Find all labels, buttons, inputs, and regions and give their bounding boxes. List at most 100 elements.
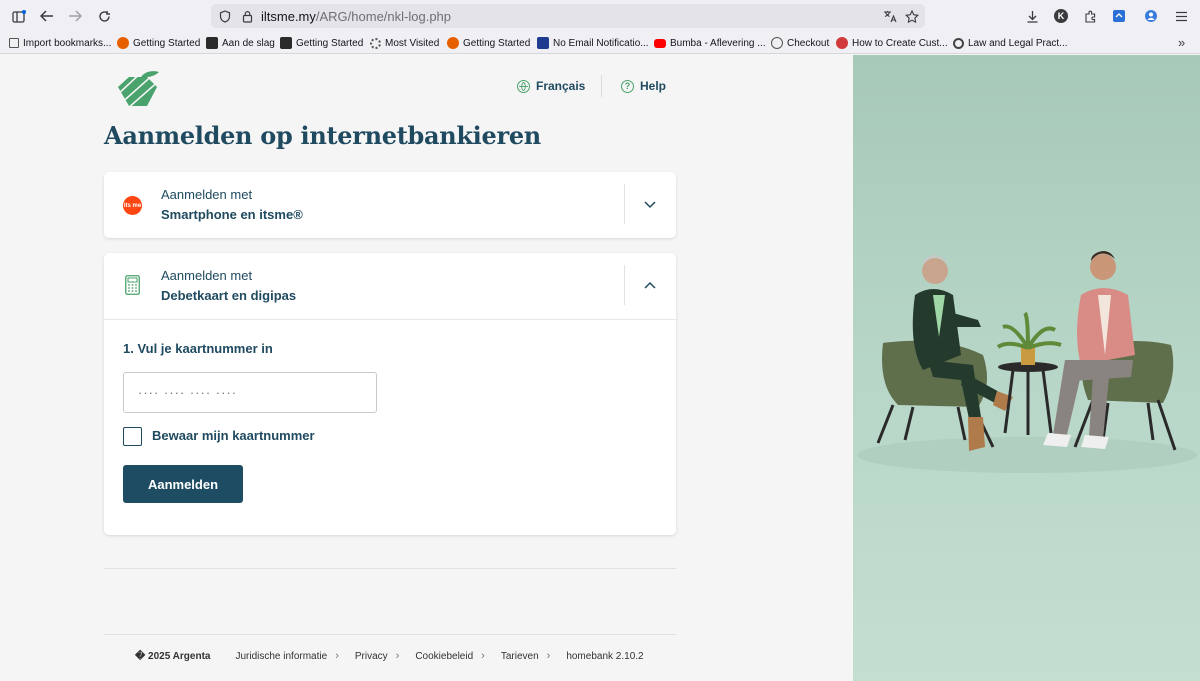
bookmark-item[interactable]: Checkout <box>771 36 829 50</box>
chevron-right-icon: › <box>335 650 339 662</box>
card-number-input[interactable] <box>123 372 377 413</box>
browser-toolbar: iltsme.my/ARG/home/nkl-log.php K <box>0 0 1200 32</box>
copyright-text: � 2025 Argenta <box>135 650 211 662</box>
bookmark-label: How to Create Cust... <box>852 37 948 49</box>
login-page: Français ? Help Aanmelden op internetban… <box>0 55 853 681</box>
chevron-right-icon: › <box>481 650 485 662</box>
footer-link-rates[interactable]: Tarieven <box>501 651 539 662</box>
footer-link-legal[interactable]: Juridische informatie <box>235 651 327 662</box>
chevron-down-icon[interactable] <box>640 197 660 213</box>
site-icon <box>537 37 549 49</box>
menu-hamburger-icon[interactable] <box>1170 6 1192 26</box>
step-label: 1. Vul je kaartnummer in <box>123 341 273 356</box>
gear-icon <box>370 37 381 49</box>
footer-link-privacy[interactable]: Privacy <box>355 651 388 662</box>
import-icon <box>9 38 19 48</box>
firefox-icon <box>117 37 129 49</box>
bookmark-label: Getting Started <box>133 37 201 49</box>
login-option-digipas-header[interactable]: Aanmelden met Debetkaart en digipas <box>104 253 676 319</box>
sync-extension-icon[interactable] <box>1108 6 1130 26</box>
sidebar-toggle-icon[interactable] <box>8 6 30 26</box>
bookmark-label: Getting Started <box>463 37 531 49</box>
translate-icon[interactable] <box>881 7 899 25</box>
card-header-divider <box>104 319 676 320</box>
bookmark-item[interactable]: Most Visited <box>370 36 439 50</box>
calculator-icon <box>125 275 140 295</box>
login-option-prefix: Aanmelden met <box>161 268 253 283</box>
language-switch-link[interactable]: Français <box>517 79 585 93</box>
site-icon <box>953 37 964 49</box>
chevron-up-icon[interactable] <box>640 278 660 294</box>
footer-link-cookies[interactable]: Cookiebeleid <box>415 651 473 662</box>
bookmark-label: Bumba - Aflevering ... <box>670 37 766 49</box>
login-option-prefix: Aanmelden met <box>161 187 253 202</box>
login-option-itsme-header[interactable]: its me Aanmelden met Smartphone en itsme… <box>104 172 676 238</box>
bookmark-item[interactable]: No Email Notificatio... <box>537 36 649 50</box>
header-divider <box>601 75 602 97</box>
url-bar[interactable]: iltsme.my/ARG/home/nkl-log.php <box>211 4 925 28</box>
bookmark-item[interactable]: Law and Legal Pract... <box>953 36 1068 50</box>
bookmark-item[interactable]: Getting Started <box>117 36 200 50</box>
globe-icon <box>771 37 783 49</box>
site-icon <box>280 37 292 49</box>
account-extension-icon[interactable] <box>1140 6 1162 26</box>
url-host: iltsme.my <box>261 9 316 24</box>
page-title: Aanmelden op internetbankieren <box>104 121 541 150</box>
bookmark-label: Aan de slag <box>222 37 275 49</box>
login-option-method: Smartphone en itsme® <box>161 207 303 222</box>
bookmark-label: Law and Legal Pract... <box>968 37 1068 49</box>
remember-card-label[interactable]: Bewaar mijn kaartnummer <box>152 428 315 443</box>
login-option-method: Debetkaart en digipas <box>161 288 297 303</box>
login-option-digipas: Aanmelden met Debetkaart en digipas 1. V… <box>104 253 676 535</box>
firefox-icon <box>447 37 459 49</box>
bookmark-label: No Email Notificatio... <box>553 37 649 49</box>
lock-icon[interactable] <box>238 7 256 25</box>
bookmark-star-icon[interactable] <box>903 7 921 25</box>
bookmark-label: Most Visited <box>385 37 440 49</box>
login-submit-button[interactable]: Aanmelden <box>123 465 243 503</box>
question-icon: ? <box>621 79 634 93</box>
help-link[interactable]: ? Help <box>621 79 666 93</box>
extensions-icon[interactable] <box>1079 6 1101 26</box>
forward-arrow-icon[interactable] <box>64 6 86 26</box>
language-label: Français <box>536 79 586 93</box>
bookmark-item[interactable]: Getting Started <box>447 36 530 50</box>
card-divider <box>624 265 625 305</box>
youtube-icon <box>654 38 666 48</box>
argenta-logo[interactable] <box>115 69 161 107</box>
chevron-right-icon: › <box>395 650 400 662</box>
bookmark-label: Getting Started <box>296 37 364 49</box>
reload-icon[interactable] <box>93 6 115 26</box>
shield-icon[interactable] <box>216 7 234 25</box>
bookmark-label: Checkout <box>787 37 830 49</box>
profile-avatar[interactable]: K <box>1050 6 1072 26</box>
bookmark-item[interactable]: Import bookmarks... <box>9 36 111 50</box>
help-label: Help <box>640 79 667 93</box>
url-text[interactable]: iltsme.my/ARG/home/nkl-log.php <box>261 9 451 24</box>
bookmark-item[interactable]: Aan de slag <box>206 36 275 50</box>
footer-divider <box>104 634 676 635</box>
chevron-right-icon: › <box>546 650 551 662</box>
bookmark-item[interactable]: Getting Started <box>280 36 363 50</box>
downloads-icon[interactable] <box>1021 6 1043 26</box>
login-option-itsme: its me Aanmelden met Smartphone en itsme… <box>104 172 676 238</box>
bookmarks-bar: Import bookmarks... Getting Started Aan … <box>0 32 1200 54</box>
card-divider <box>624 184 625 224</box>
url-path: /ARG/home/nkl-log.php <box>315 9 452 24</box>
people-talking-illustration <box>857 251 1197 473</box>
app-version: homebank 2.10.2 <box>566 650 644 662</box>
bookmark-label: Import bookmarks... <box>23 37 112 49</box>
site-icon <box>836 37 848 49</box>
hero-image <box>853 55 1200 681</box>
bookmark-item[interactable]: How to Create Cust... <box>836 36 948 50</box>
content-divider <box>104 568 676 569</box>
back-arrow-icon[interactable] <box>36 6 58 26</box>
remember-card-checkbox[interactable] <box>123 427 142 446</box>
globe-icon <box>517 79 530 93</box>
bookmark-item[interactable]: Bumba - Aflevering ... <box>654 36 766 50</box>
footer: � 2025 Argenta Juridische informatie › Pr… <box>135 649 652 663</box>
site-icon <box>206 37 218 49</box>
more-bookmarks-chevron-icon[interactable]: » <box>1178 35 1185 50</box>
profile-initial: K <box>1054 9 1068 23</box>
itsme-icon: its me <box>123 196 142 215</box>
